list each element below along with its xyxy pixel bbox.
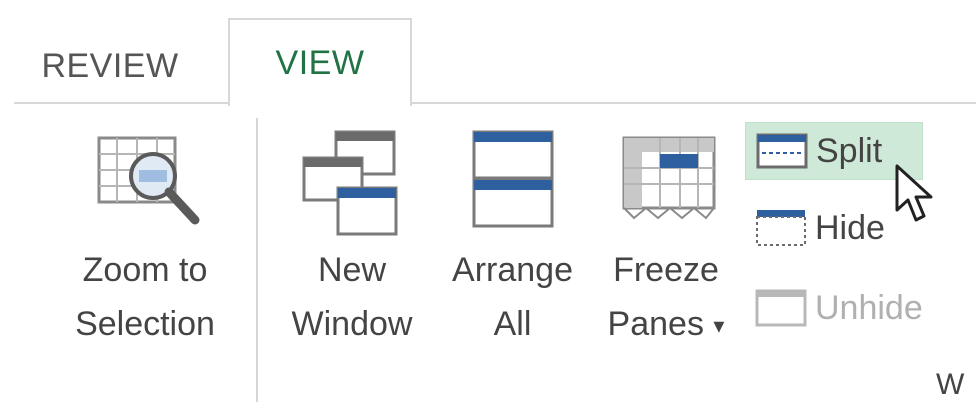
new-window-label-line2: Window bbox=[291, 305, 413, 343]
hide-label: Hide bbox=[815, 208, 885, 247]
new-window-icon bbox=[302, 130, 398, 236]
new-window-label-line1: New bbox=[317, 251, 387, 289]
zoom-to-selection-icon bbox=[97, 136, 200, 225]
zoom-to-selection-button[interactable]: Zoom to Selection bbox=[55, 120, 235, 360]
arrange-all-label-line2: All bbox=[493, 305, 532, 343]
freeze-panes-button[interactable]: Freeze Panes ▾ bbox=[596, 120, 736, 360]
hide-icon bbox=[756, 210, 806, 246]
ribbon-tab-strip: REVIEW VIEW bbox=[0, 0, 976, 106]
arrange-all-icon bbox=[472, 130, 554, 228]
new-window-button[interactable]: New Window bbox=[272, 120, 432, 360]
unhide-button[interactable]: Unhide bbox=[745, 280, 955, 336]
tab-divider-line bbox=[14, 102, 976, 104]
ribbon-group-separator bbox=[256, 118, 258, 402]
chevron-down-icon[interactable]: ▾ bbox=[713, 313, 724, 338]
window-group-label: W bbox=[936, 368, 965, 401]
arrange-all-button[interactable]: Arrange All bbox=[440, 120, 585, 360]
zoom-to-selection-label-line1: Zoom to bbox=[82, 251, 208, 289]
unhide-icon bbox=[755, 289, 807, 327]
freeze-panes-label-text: Panes bbox=[607, 305, 704, 343]
tab-review[interactable]: REVIEW bbox=[30, 30, 190, 102]
mouse-pointer-icon bbox=[895, 164, 933, 222]
split-label: Split bbox=[816, 131, 883, 170]
zoom-to-selection-label-line2: Selection bbox=[75, 305, 215, 343]
freeze-panes-icon bbox=[622, 136, 716, 220]
split-icon bbox=[756, 133, 808, 169]
arrange-all-label-line1: Arrange bbox=[452, 251, 573, 289]
freeze-panes-label-line1: Freeze bbox=[613, 251, 719, 289]
unhide-label: Unhide bbox=[815, 288, 923, 327]
freeze-panes-label-line2: Panes ▾ bbox=[596, 298, 736, 352]
tab-view[interactable]: VIEW bbox=[228, 18, 412, 106]
